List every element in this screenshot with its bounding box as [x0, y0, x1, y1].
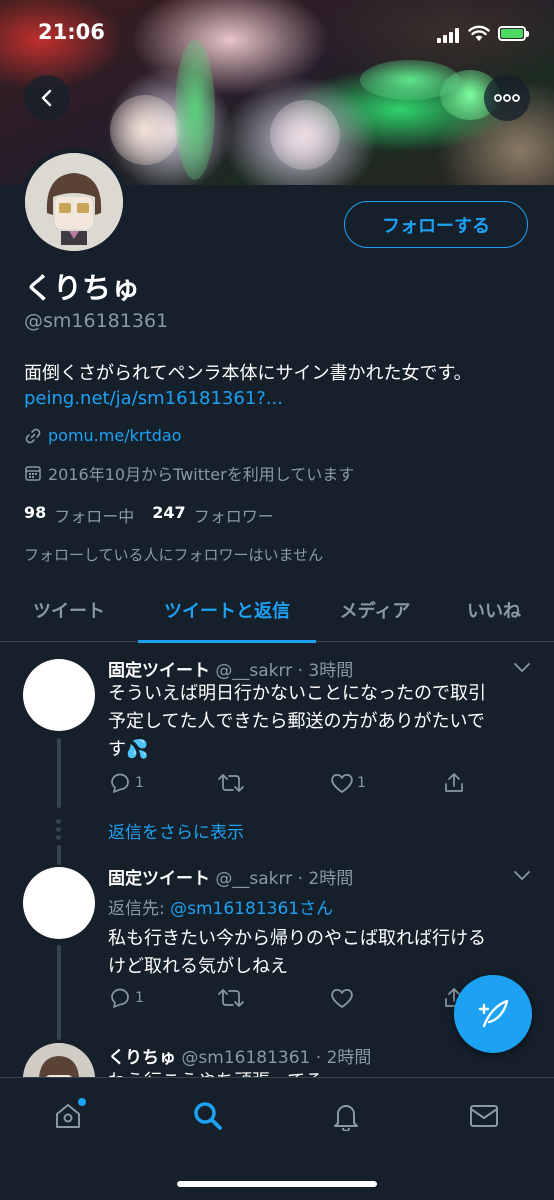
profile-bio: 面倒くさがられてペンラ本体にサイン書かれた女です。: [24, 363, 472, 384]
reply-count: 1: [135, 990, 144, 1006]
retweet-button[interactable]: [218, 987, 247, 1009]
chevron-left-icon: [41, 89, 52, 107]
following-count-link[interactable]: 98 フォロー中: [24, 503, 134, 527]
reply-button[interactable]: 1: [108, 772, 144, 794]
tweet-author-handle: @__sakrr: [215, 869, 293, 889]
following-label: フォロー中: [54, 507, 135, 526]
thread-dots: [56, 819, 61, 843]
tweet-actions: 1: [108, 987, 478, 1013]
compose-tweet-button[interactable]: [454, 975, 532, 1053]
reply-icon: [111, 988, 129, 1008]
share-button[interactable]: [442, 772, 469, 794]
follow-button[interactable]: フォローする: [344, 201, 528, 248]
nav-messages[interactable]: [464, 1096, 504, 1136]
heart-icon: [331, 989, 353, 1008]
wifi-icon: [468, 24, 490, 42]
thread-line: [57, 738, 61, 808]
compose-feather-icon: [478, 999, 509, 1028]
tweet-actions: 1 1: [108, 772, 478, 798]
profile-joined-row: 2016年10月からTwitterを利用しています: [24, 461, 354, 485]
share-icon: [445, 773, 463, 792]
followers-count: 247: [152, 503, 186, 522]
profile-avatar[interactable]: [20, 148, 128, 256]
reply-button[interactable]: 1: [108, 987, 144, 1009]
followers-label: フォロワー: [193, 507, 274, 526]
chevron-down-icon[interactable]: [512, 660, 532, 674]
tweet-time: · 2時間: [297, 869, 354, 889]
tweet-header: くりちゅ @sm16181361 · 2時間: [108, 1043, 371, 1068]
profile-tabs: ツイート ツイートと返信 メディア いいね: [0, 578, 554, 643]
reply-to-line: 返信先: @sm16181361さん: [108, 894, 333, 919]
tweet-author-name[interactable]: 固定ツイート: [108, 661, 210, 681]
profile-joined-date: 2016年10月からTwitterを利用しています: [48, 465, 355, 484]
followers-count-link[interactable]: 247 フォロワー: [152, 503, 273, 527]
tweet-text: そういえば明日行かないことになったので取引 予定してた人できたら郵送の方がありが…: [108, 680, 524, 764]
tweet-text: 私も行きたい今から帰りのやこば取れば行ける けど取れる気がしねえ: [108, 925, 524, 981]
tweet-text-line: 予定してた人できたら郵送の方がありがたいで: [108, 711, 485, 732]
profile-display-name: くりちゅ: [24, 271, 141, 305]
more-options-button[interactable]: [484, 75, 530, 121]
follow-counts: 98 フォロー中 247 フォロワー: [24, 503, 292, 527]
tab-likes[interactable]: いいね: [434, 578, 554, 642]
known-followers-text: フォローしている人にフォロワーはいません: [24, 546, 324, 564]
retweet-icon: [218, 774, 244, 792]
nav-home[interactable]: [48, 1096, 88, 1136]
heart-icon: [331, 774, 353, 793]
tweet-author-handle: @__sakrr: [215, 661, 293, 681]
avatar: [25, 153, 123, 251]
battery-icon: [498, 26, 529, 41]
home-icon: [56, 1104, 80, 1128]
back-button[interactable]: [24, 75, 70, 121]
bell-icon: [334, 1105, 358, 1131]
tweet-text-line: す💦: [108, 739, 149, 760]
status-bar: 21:06: [0, 0, 554, 70]
tweet-text-line: そういえば明日行かないことになったので取引: [108, 683, 486, 704]
tweet-time: · 2時間: [315, 1048, 372, 1068]
like-button[interactable]: 1: [330, 772, 366, 794]
nav-search[interactable]: [188, 1096, 228, 1136]
tweet-header: 固定ツイート @__sakrr · 2時間: [108, 864, 353, 889]
following-count: 98: [24, 503, 47, 522]
home-indicator[interactable]: [177, 1181, 377, 1187]
profile-handle: @sm16181361: [24, 310, 169, 332]
profile-url-row[interactable]: pomu.me/krtdao: [24, 426, 181, 445]
tweet-author-name[interactable]: くりちゅ: [108, 1048, 176, 1068]
link-icon: [24, 427, 42, 445]
show-more-replies-link[interactable]: 返信をさらに表示: [108, 818, 244, 843]
reply-to-handle[interactable]: @sm16181361さん: [170, 899, 333, 919]
reply-icon: [111, 773, 129, 793]
tweet-time: · 3時間: [297, 661, 354, 681]
search-icon: [194, 1102, 222, 1130]
retweet-button[interactable]: [218, 772, 247, 794]
mail-icon: [470, 1105, 498, 1127]
like-button[interactable]: [330, 987, 357, 1009]
tweet-header: 固定ツイート @__sakrr · 3時間: [108, 656, 353, 681]
thread-line: [57, 945, 61, 1040]
tweet-author-name[interactable]: 固定ツイート: [108, 869, 210, 889]
chevron-down-icon[interactable]: [512, 868, 532, 882]
status-time: 21:06: [38, 20, 105, 44]
more-horizontal-icon: [494, 94, 520, 102]
calendar-icon: [24, 464, 42, 482]
tab-tweets-and-replies[interactable]: ツイートと返信: [138, 578, 316, 643]
bio-link[interactable]: peing.net/ja/sm16181361?...: [24, 388, 283, 409]
tab-tweets[interactable]: ツイート: [0, 578, 138, 642]
retweet-icon: [218, 989, 244, 1007]
notification-dot: [78, 1098, 86, 1106]
reply-to-prefix: 返信先:: [108, 899, 171, 919]
nav-notifications[interactable]: [326, 1096, 366, 1136]
tweet-author-handle: @sm16181361: [181, 1048, 311, 1068]
tweet-text-line: けど取れる気がしねえ: [108, 956, 288, 977]
tweet-author-avatar[interactable]: [23, 867, 95, 939]
tweet-text-line: 私も行きたい今から帰りのやこば取れば行ける: [108, 928, 486, 949]
reply-count: 1: [135, 775, 144, 791]
cellular-signal-icon: [437, 27, 461, 43]
tab-media[interactable]: メディア: [316, 578, 434, 642]
like-count: 1: [357, 775, 366, 791]
profile-url[interactable]: pomu.me/krtdao: [48, 426, 181, 445]
tweet-author-avatar[interactable]: [23, 659, 95, 731]
